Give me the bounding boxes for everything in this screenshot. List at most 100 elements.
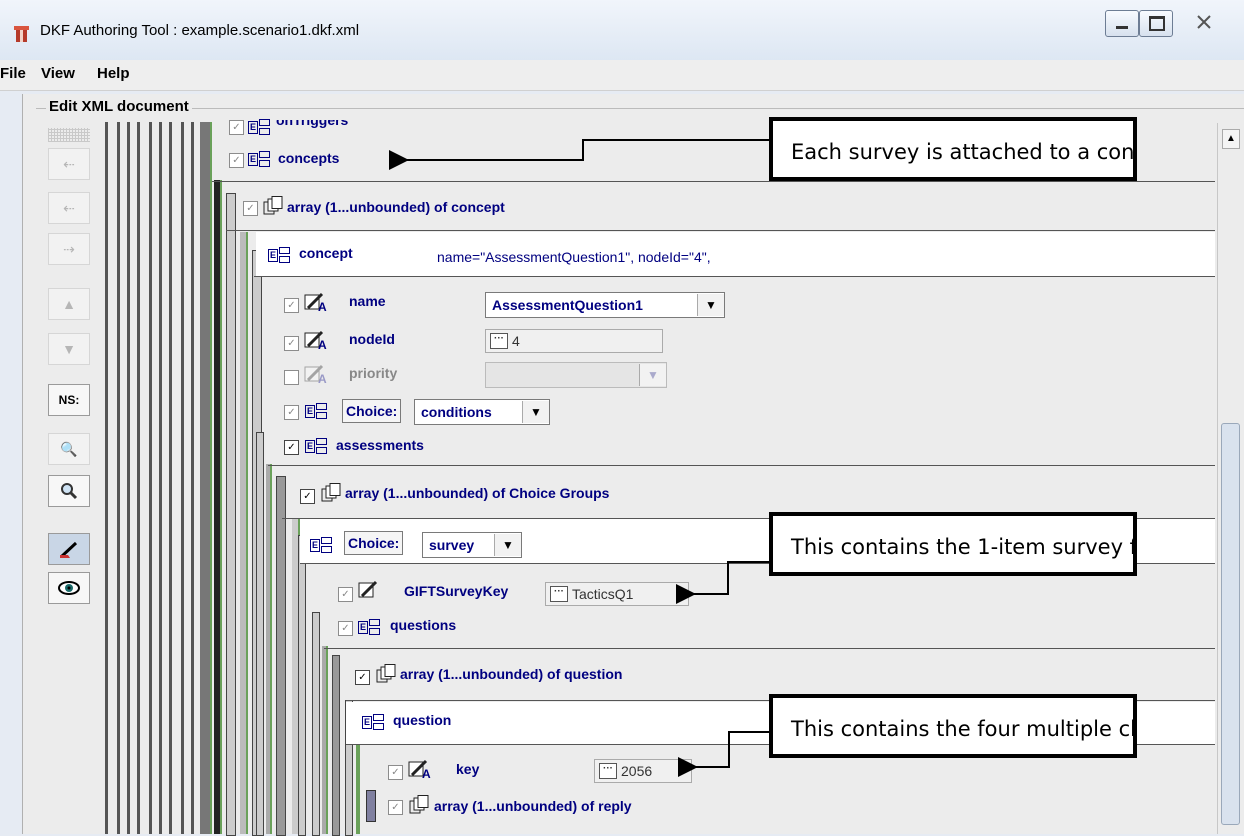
indent-level-6 (256, 432, 264, 836)
vertical-scrollbar[interactable]: ▲ (1217, 123, 1242, 834)
element-icon: E (305, 438, 327, 454)
menu-bar: File View Help (0, 60, 1244, 91)
eye-icon (58, 581, 80, 595)
concept-attributes: name="AssessmentQuestion1", nodeId="4", (437, 249, 711, 265)
array-reply-checkbox[interactable]: ✓ (388, 800, 403, 815)
edit-field-icon: A (304, 364, 327, 384)
key-value: 2056 (621, 763, 653, 779)
conditions-select[interactable]: conditions ▼ (414, 399, 550, 425)
maximize-button[interactable] (1139, 10, 1173, 37)
survey-select[interactable]: survey ▼ (422, 532, 522, 558)
minimize-button[interactable] (1105, 10, 1139, 37)
array-concept-checkbox[interactable]: ✓ (243, 201, 258, 216)
conditions-select-value: conditions (421, 404, 492, 420)
questions-label[interactable]: questions (390, 617, 456, 633)
magnifier-warning-icon: 🔍 (60, 440, 78, 457)
question-label[interactable]: question (393, 712, 451, 728)
concept-label[interactable]: concept (299, 245, 353, 261)
array-concept-label[interactable]: array (1...unbounded) of concept (287, 199, 505, 215)
concepts-checkbox[interactable]: ✓ (229, 153, 244, 168)
menu-file[interactable]: File (0, 65, 26, 82)
assessments-checkbox[interactable]: ✓ (284, 440, 299, 455)
move-down-button[interactable]: ▼ (48, 333, 90, 365)
name-select[interactable]: AssessmentQuestion1 ▼ (485, 292, 725, 318)
element-icon: E (362, 714, 384, 730)
element-icon: E (305, 403, 327, 419)
scrollbar-thumb[interactable] (1221, 423, 1240, 825)
insert-after-icon: ⇢ (63, 240, 75, 257)
questions-checkbox[interactable]: ✓ (338, 621, 353, 636)
assessments-label[interactable]: assessments (336, 437, 424, 453)
edit-field-icon: A (304, 292, 327, 312)
callout-answers-text: This contains the four multiple choice a… (791, 717, 1133, 741)
priority-label: priority (349, 365, 398, 381)
pen-hand-icon (59, 541, 78, 559)
indent-level-10 (298, 535, 306, 836)
scroll-up-arrow-icon[interactable]: ▲ (1222, 129, 1240, 149)
array-icon (321, 483, 341, 502)
edit-mode-button[interactable] (48, 533, 90, 565)
name-label: name (349, 293, 386, 309)
array-question-label[interactable]: array (1...unbounded) of question (400, 666, 622, 682)
edit-field-icon: A (304, 330, 327, 350)
nodeid-checkbox[interactable]: ✓ (284, 336, 299, 351)
insert-after-button[interactable]: ⇢ (48, 233, 90, 265)
chevron-down-icon: ▼ (494, 534, 521, 556)
conditions-checkbox[interactable]: ✓ (284, 405, 299, 420)
arrow-down-icon: ▼ (62, 341, 76, 357)
separator (268, 465, 1215, 466)
namespace-button[interactable]: NS: (48, 384, 90, 416)
callout-survey-text: This contains the 1-item survey for each… (791, 535, 1137, 559)
move-up-button[interactable]: ▲ (48, 288, 90, 320)
panel-border (36, 108, 1244, 109)
giftsurveykey-checkbox[interactable]: ✓ (338, 587, 353, 602)
view-mode-button[interactable] (48, 572, 90, 604)
svg-text:A: A (318, 338, 327, 350)
window-title: DKF Authoring Tool : example.scenario1.d… (40, 22, 360, 39)
nodeid-field[interactable]: ··· 4 (485, 329, 663, 353)
ellipsis-icon[interactable]: ··· (490, 333, 508, 349)
concepts-label[interactable]: concepts (278, 150, 339, 166)
chevron-down-icon: ▼ (697, 294, 724, 316)
array-choice-groups-label[interactable]: array (1...unbounded) of Choice Groups (345, 485, 609, 501)
menu-help[interactable]: Help (97, 65, 130, 82)
separator (212, 181, 1215, 182)
name-checkbox[interactable]: ✓ (284, 298, 299, 313)
search-icon (61, 483, 78, 500)
priority-select[interactable]: ▼ (485, 362, 667, 388)
close-button[interactable] (1174, 10, 1234, 35)
search-button[interactable] (48, 475, 90, 507)
edit-field-icon: A (408, 759, 431, 779)
menu-view[interactable]: View (41, 65, 75, 82)
priority-checkbox[interactable] (284, 370, 299, 385)
array-choice-groups-checkbox[interactable]: ✓ (300, 489, 315, 504)
callout-answers: This contains the four multiple choice a… (769, 694, 1137, 758)
indent-level-11 (312, 612, 320, 836)
key-checkbox[interactable]: ✓ (388, 765, 403, 780)
indent-level-4 (240, 232, 248, 834)
title-bar: DKF Authoring Tool : example.scenario1.d… (0, 0, 1244, 60)
validate-button[interactable]: 🔍 (48, 433, 90, 465)
arrow-up-icon: ▲ (62, 296, 76, 312)
namespace-label: NS: (58, 393, 80, 407)
indent-level-13 (332, 655, 340, 836)
ellipsis-icon[interactable]: ··· (599, 763, 617, 779)
edit-text-icon (358, 580, 378, 598)
insert-before-button[interactable]: ⇠ (48, 148, 90, 180)
key-label: key (456, 761, 480, 777)
indent-level-15 (356, 740, 360, 834)
giftsurveykey-label: GIFTSurveyKey (404, 583, 509, 599)
panel-legend: Edit XML document (46, 98, 192, 115)
giftsurveykey-field[interactable]: ··· TacticsQ1 (545, 582, 689, 606)
ontriggers-checkbox[interactable]: ✓ (229, 120, 244, 135)
array-icon (376, 664, 396, 683)
key-field[interactable]: ··· 2056 (594, 759, 692, 783)
app-icon (14, 26, 29, 42)
insert-child-button[interactable]: ⇠ (48, 192, 90, 224)
array-question-checkbox[interactable]: ✓ (355, 670, 370, 685)
array-reply-label[interactable]: array (1...unbounded) of reply (434, 798, 632, 814)
nodeid-label: nodeId (349, 331, 395, 347)
indent-level-2 (214, 180, 222, 834)
ellipsis-icon[interactable]: ··· (550, 586, 568, 602)
maximize-icon (1149, 16, 1165, 31)
